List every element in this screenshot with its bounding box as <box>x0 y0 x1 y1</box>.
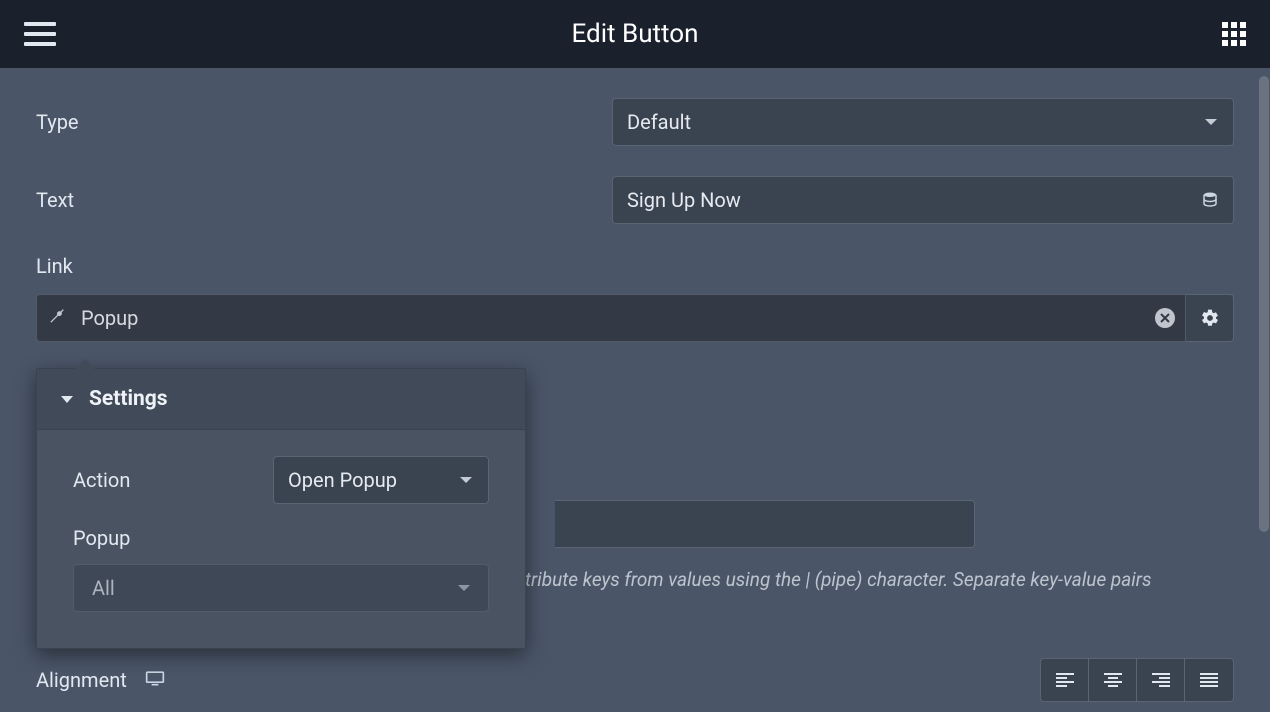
link-input-value: Popup <box>81 306 138 330</box>
align-justify-button[interactable] <box>1185 659 1233 701</box>
popup-select[interactable]: All <box>73 564 489 612</box>
align-center-icon <box>1103 672 1123 688</box>
text-input[interactable]: Sign Up Now <box>612 176 1186 224</box>
alignment-button-group <box>1040 658 1234 702</box>
popup-select-value: All <box>92 576 115 600</box>
type-label: Type <box>36 110 612 134</box>
type-row: Type Default <box>36 98 1234 146</box>
align-left-button[interactable] <box>1041 659 1089 701</box>
chevron-down-icon <box>61 396 73 403</box>
attributes-hint-text: tribute keys from values using the | (pi… <box>525 567 1235 594</box>
app-header: Edit Button <box>0 0 1270 68</box>
dynamic-data-button[interactable] <box>1186 176 1234 224</box>
link-input[interactable]: Popup <box>36 294 1186 342</box>
chevron-down-icon <box>460 477 472 483</box>
action-select-value: Open Popup <box>288 468 397 492</box>
align-right-icon <box>1151 672 1171 688</box>
action-select[interactable]: Open Popup <box>273 456 489 504</box>
action-row: Action Open Popup <box>73 456 489 504</box>
text-label: Text <box>36 188 612 212</box>
responsive-device-icon[interactable] <box>145 670 165 690</box>
page-title: Edit Button <box>572 19 699 49</box>
alignment-row: Alignment <box>36 658 1234 702</box>
close-icon <box>1160 313 1170 323</box>
clear-link-button[interactable] <box>1155 308 1175 328</box>
align-center-button[interactable] <box>1089 659 1137 701</box>
popover-header[interactable]: Settings <box>37 369 525 430</box>
action-label: Action <box>73 468 273 492</box>
link-label: Link <box>36 254 1234 278</box>
align-justify-icon <box>1199 672 1219 688</box>
align-right-button[interactable] <box>1137 659 1185 701</box>
wrench-icon <box>49 306 67 330</box>
chevron-down-icon <box>1205 119 1217 125</box>
scrollbar-thumb[interactable] <box>1259 76 1269 532</box>
type-select[interactable]: Default <box>612 98 1234 146</box>
link-section: Link Popup <box>36 254 1234 342</box>
align-left-icon <box>1055 672 1075 688</box>
popover-title: Settings <box>89 387 168 411</box>
text-row: Text Sign Up Now <box>36 176 1234 224</box>
chevron-down-icon <box>458 585 470 591</box>
link-settings-button[interactable] <box>1186 294 1234 342</box>
link-settings-popover: Settings Action Open Popup Popup All <box>36 368 526 649</box>
apps-grid-icon[interactable] <box>1222 22 1246 46</box>
main-panel: Type Default Text Sign Up Now Link <box>0 68 1270 712</box>
text-input-value: Sign Up Now <box>627 188 741 212</box>
database-icon <box>1201 191 1219 209</box>
alignment-label: Alignment <box>36 668 127 692</box>
attributes-input-partial[interactable] <box>555 500 975 548</box>
gear-icon <box>1200 308 1220 328</box>
popup-label: Popup <box>73 526 489 550</box>
hamburger-menu-icon[interactable] <box>24 22 56 46</box>
type-select-value: Default <box>627 110 691 134</box>
